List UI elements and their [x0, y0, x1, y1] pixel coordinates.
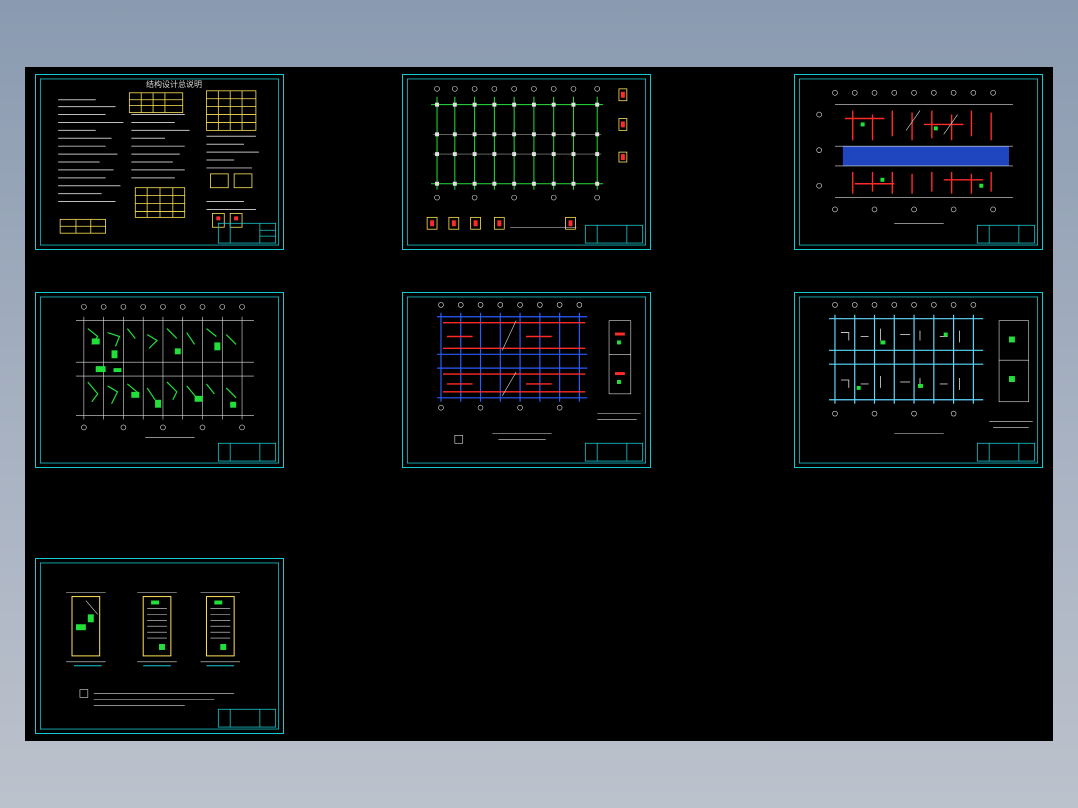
sheet-notes[interactable]: 结构设计总说明 [35, 74, 284, 250]
sheet-roof-beam-plan-drawing [406, 296, 647, 464]
sheet-notes-title: 结构设计总说明 [146, 80, 202, 89]
sheet-notes-drawing [39, 78, 280, 246]
sheet-roof-slab-plan[interactable] [794, 292, 1043, 468]
sheet-floor1-reinforcement-drawing [798, 78, 1039, 246]
sheet-stair-details[interactable] [35, 558, 284, 734]
sheet-roof-beam-plan[interactable] [402, 292, 651, 468]
sheet-stair-details-drawing [39, 562, 280, 730]
sheet-foundation-plan-drawing [406, 78, 647, 246]
drawing-canvas[interactable]: 结构设计总说明 [25, 67, 1053, 741]
sheet-foundation-plan[interactable] [402, 74, 651, 250]
sheet-floor1-reinforcement[interactable] [794, 74, 1043, 250]
sheet-floor2-reinforcement[interactable] [35, 292, 284, 468]
sheet-floor2-reinforcement-drawing [39, 296, 280, 464]
sheet-roof-slab-plan-drawing [798, 296, 1039, 464]
